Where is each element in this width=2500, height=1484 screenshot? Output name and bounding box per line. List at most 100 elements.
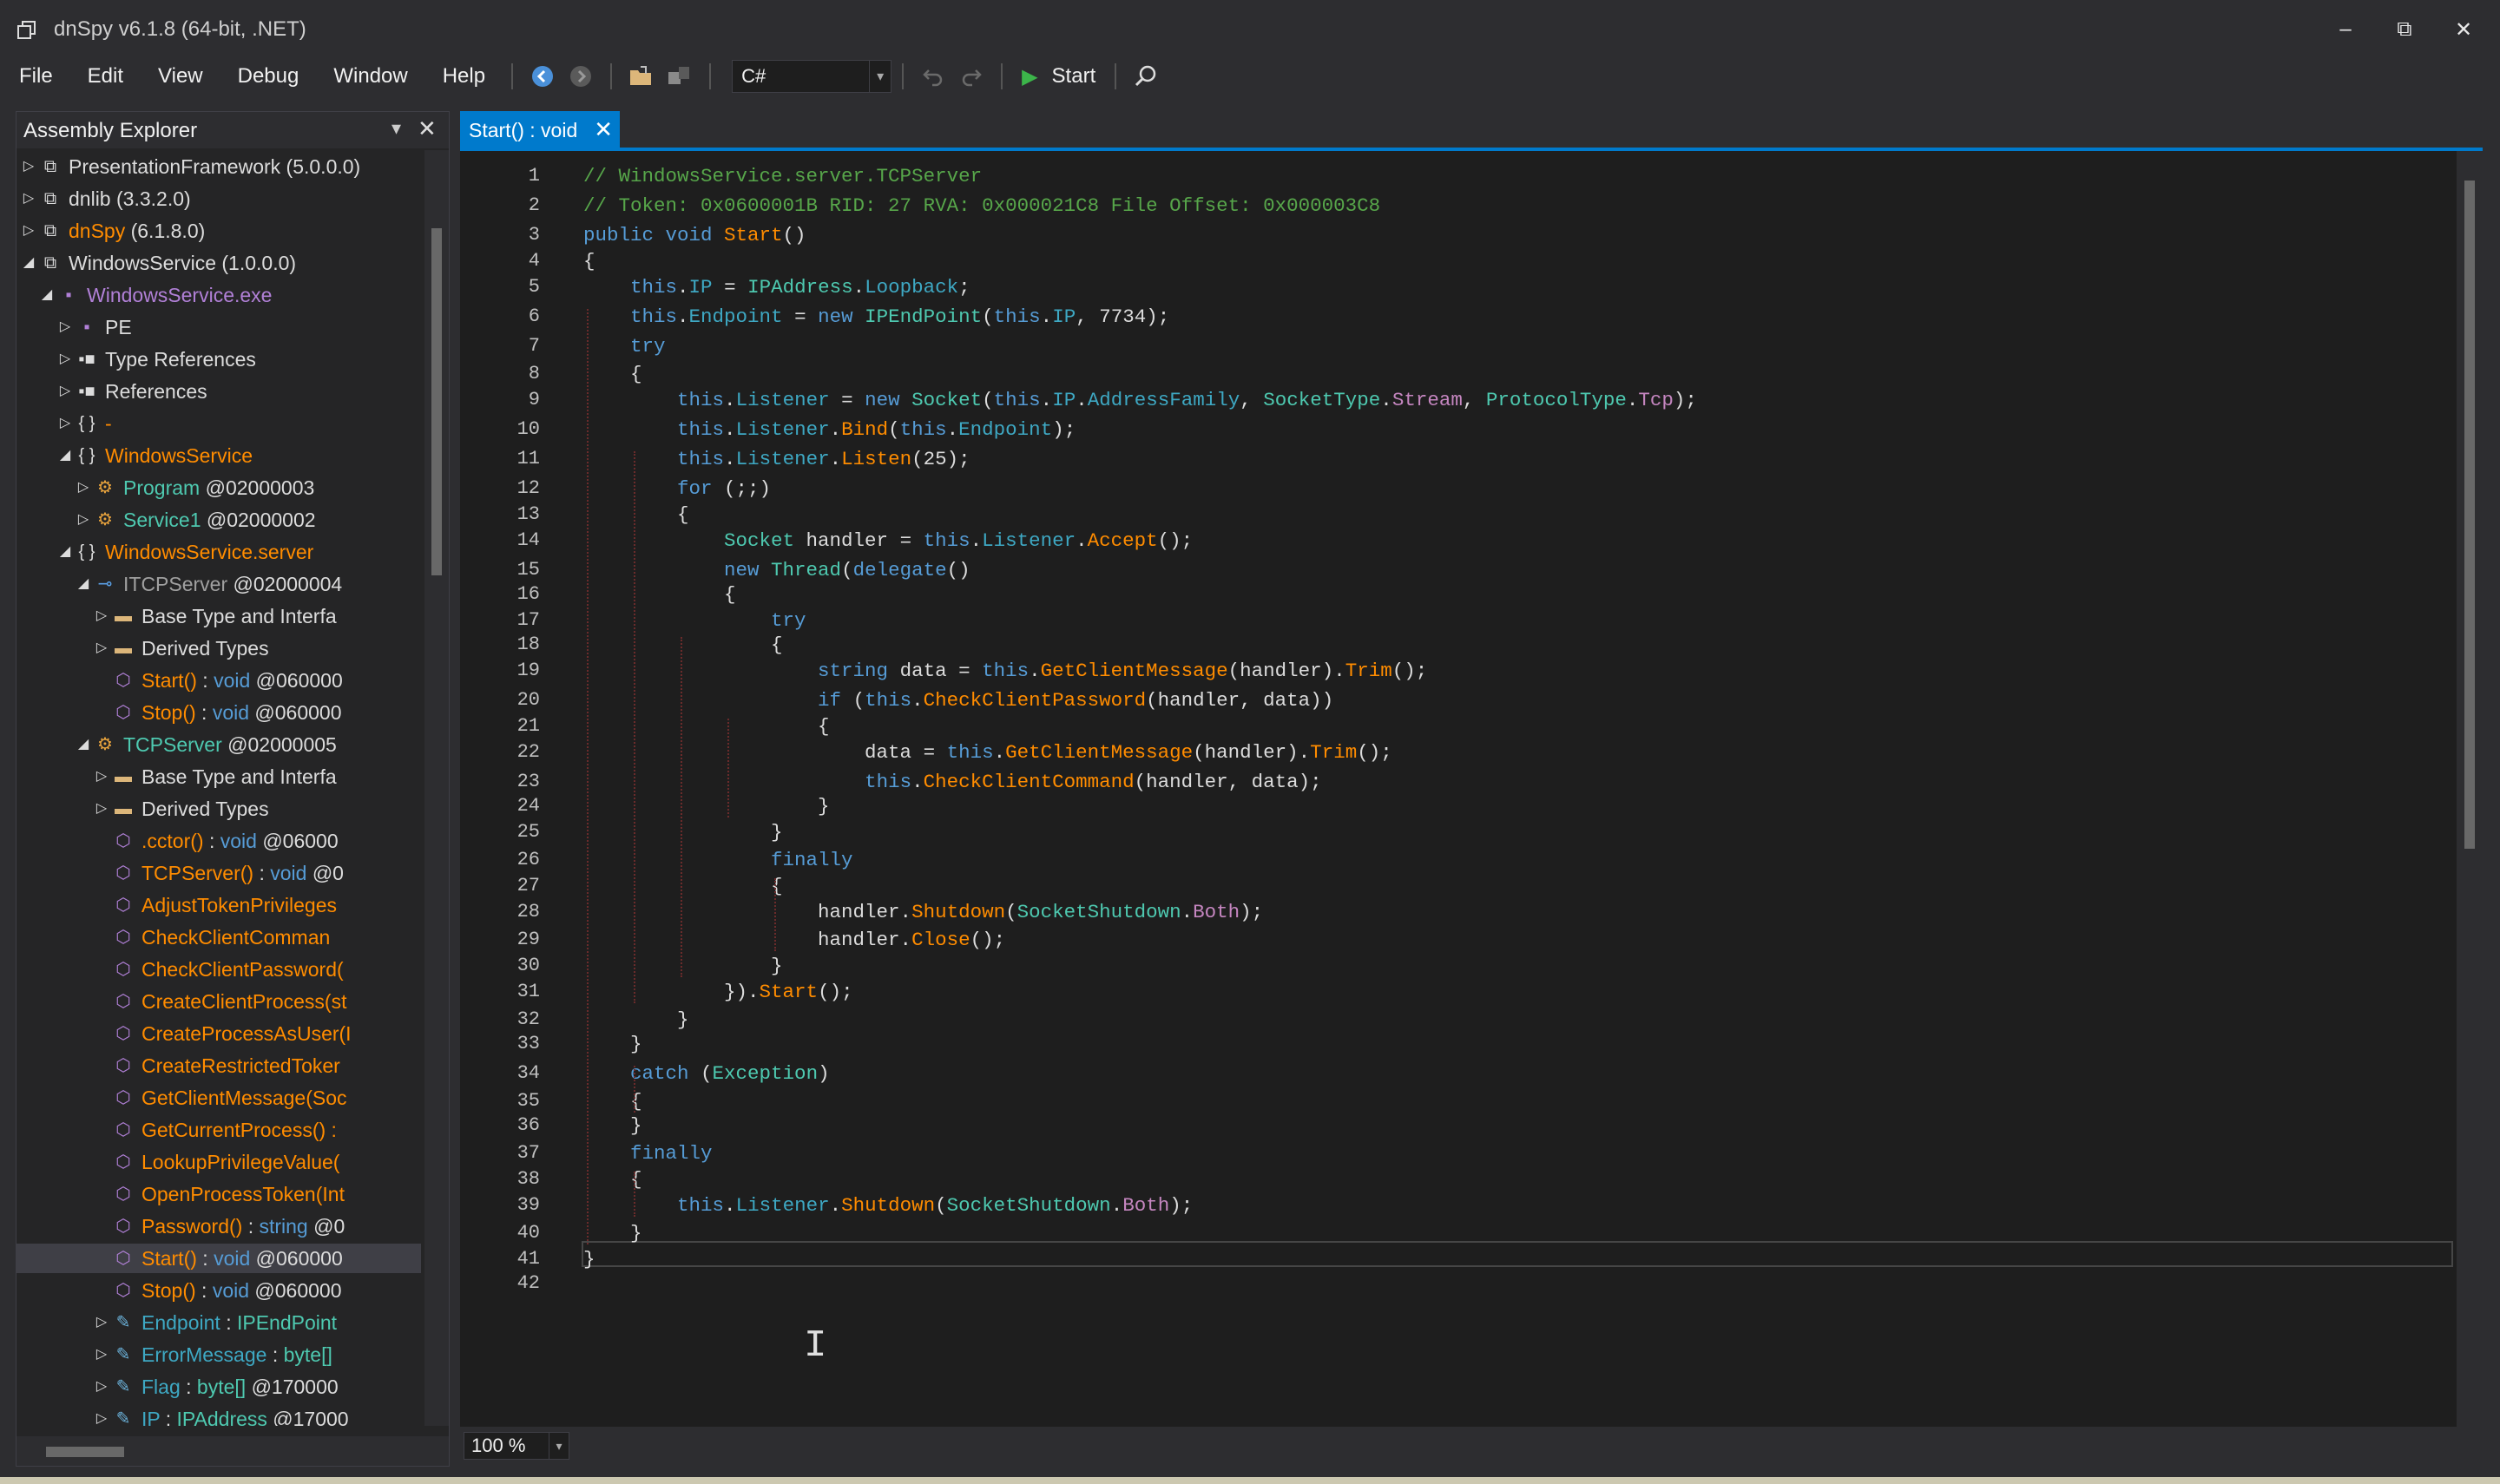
expand-arrow-icon[interactable]: ▷	[93, 1340, 110, 1369]
code-line[interactable]: if (this.CheckClientPassword(handler, da…	[583, 689, 1333, 712]
collapse-arrow-icon[interactable]: ◢	[20, 248, 37, 278]
collapse-arrow-icon[interactable]: ◢	[56, 441, 74, 470]
expand-arrow-icon[interactable]: ▷	[75, 505, 92, 535]
tree-item[interactable]: ⬡ GetCurrentProcess() :	[16, 1115, 421, 1145]
tree-item[interactable]: ◢ ⚙ TCPServer @02000005	[16, 730, 421, 759]
tree-item[interactable]: ⬡ Start() : void @060000	[16, 666, 421, 695]
tree-item[interactable]: ⬡ TCPServer() : void @0	[16, 858, 421, 888]
code-line[interactable]: }	[583, 955, 783, 977]
tree-item[interactable]: ⬡ .cctor() : void @06000	[16, 826, 421, 856]
tree-item[interactable]: ⬡ Start() : void @060000	[16, 1244, 421, 1273]
code-line[interactable]: }	[583, 1008, 689, 1031]
expand-arrow-icon[interactable]: ▷	[20, 184, 37, 213]
tree-item[interactable]: ▷ ⧉ PresentationFramework (5.0.0.0)	[16, 152, 421, 181]
code-line[interactable]: finally	[583, 1142, 713, 1165]
code-line[interactable]: public void Start()	[583, 224, 806, 246]
open-folder-icon[interactable]	[624, 59, 659, 94]
code-line[interactable]: {	[583, 363, 642, 385]
tree-item[interactable]: ▷ ▬ Base Type and Interfa	[16, 762, 421, 791]
back-icon[interactable]	[525, 59, 560, 94]
code-line[interactable]: // WindowsService.server.TCPServer	[583, 165, 982, 187]
tree-item[interactable]: ▷ ▬ Base Type and Interfa	[16, 601, 421, 631]
code-line[interactable]: for (;;)	[583, 477, 771, 500]
collapse-arrow-icon[interactable]: ◢	[56, 537, 74, 567]
code-line[interactable]: try	[583, 609, 806, 632]
tree-item[interactable]: ▷ ▪■ Type References	[16, 345, 421, 374]
tree-item[interactable]: ◢ ⧉ WindowsService (1.0.0.0)	[16, 248, 421, 278]
tree-item[interactable]: ⬡ CreateProcessAsUser(I	[16, 1019, 421, 1048]
tree-item[interactable]: ▷{ } -	[16, 409, 421, 438]
code-editor[interactable]: 1 // WindowsService.server.TCPServer 2 // T…	[460, 151, 2457, 1427]
tree-item[interactable]: ⬡ CheckClientComman	[16, 923, 421, 952]
code-line[interactable]: this.IP = IPAddress.Loopback;	[583, 276, 970, 299]
menu-file[interactable]: File	[0, 64, 69, 89]
tree-item[interactable]: ▷ ⧉ dnSpy (6.1.8.0)	[16, 216, 421, 246]
code-line[interactable]: handler.Close();	[583, 929, 1005, 951]
tree-item[interactable]: ▷ ▪ PE	[16, 312, 421, 342]
code-line[interactable]: this.Listener.Listen(25);	[583, 448, 970, 470]
tree-item[interactable]: ⬡ Password() : string @0	[16, 1211, 421, 1241]
forward-icon[interactable]	[563, 59, 598, 94]
tree-item[interactable]: ⬡ CreateRestrictedToker	[16, 1051, 421, 1080]
chevron-down-icon[interactable]: ▾	[549, 1433, 569, 1459]
editor-vertical-scrollbar[interactable]	[2457, 151, 2483, 1427]
code-line[interactable]: {	[583, 634, 783, 656]
close-tab-icon[interactable]: ✕	[585, 116, 613, 143]
scrollbar-thumb[interactable]	[2464, 181, 2475, 849]
collapse-arrow-icon[interactable]: ◢	[38, 280, 56, 310]
undo-icon[interactable]	[916, 59, 951, 94]
tree-item[interactable]: ⬡ OpenProcessToken(Int	[16, 1179, 421, 1209]
code-line[interactable]: }	[583, 1114, 642, 1137]
scrollbar-thumb[interactable]	[431, 228, 442, 575]
tree-item[interactable]: ◢{ } WindowsService.server	[16, 537, 421, 567]
close-window-button[interactable]: ✕	[2438, 12, 2490, 47]
menu-window[interactable]: Window	[314, 64, 423, 89]
tree-item[interactable]: ▷ ⧉ dnlib (3.3.2.0)	[16, 184, 421, 213]
code-line[interactable]: try	[583, 335, 666, 358]
search-icon[interactable]	[1128, 59, 1163, 94]
tree-item[interactable]: ◢{ } WindowsService	[16, 441, 421, 470]
tree-item[interactable]: ⬡ LookupPrivilegeValue(	[16, 1147, 421, 1177]
collapse-arrow-icon[interactable]: ◢	[75, 730, 92, 759]
code-line[interactable]: }).Start();	[583, 981, 853, 1003]
tree-item[interactable]: ⬡ CheckClientPassword(	[16, 955, 421, 984]
expand-arrow-icon[interactable]: ▷	[20, 152, 37, 181]
tree-item[interactable]: ◢ ▪ WindowsService.exe	[16, 280, 421, 310]
menu-edit[interactable]: Edit	[69, 64, 139, 89]
code-line[interactable]: this.Listener.Bind(this.Endpoint);	[583, 418, 1076, 441]
tree-item[interactable]: ▷ ✎ IP : IPAddress @17000	[16, 1404, 421, 1426]
expand-arrow-icon[interactable]: ▷	[93, 1308, 110, 1337]
tree-item[interactable]: ▷ ▬ Derived Types	[16, 634, 421, 663]
code-line[interactable]: }	[583, 795, 830, 818]
expand-arrow-icon[interactable]: ▷	[93, 601, 110, 631]
code-line[interactable]: string data = this.GetClientMessage(hand…	[583, 660, 1427, 682]
code-line[interactable]: // Token: 0x0600001B RID: 27 RVA: 0x0000…	[583, 194, 1380, 217]
tree-item[interactable]: ⬡ Stop() : void @060000	[16, 698, 421, 727]
start-debugging-button[interactable]: ▶ Start	[1022, 64, 1095, 89]
tree-item[interactable]: ▷ ▬ Derived Types	[16, 794, 421, 824]
collapse-arrow-icon[interactable]: ◢	[75, 569, 92, 599]
language-select[interactable]: C# ▾	[732, 60, 892, 93]
expand-arrow-icon[interactable]: ▷	[93, 634, 110, 663]
open-list-icon[interactable]	[662, 59, 697, 94]
tree-item[interactable]: ⬡ GetClientMessage(Soc	[16, 1083, 421, 1113]
code-line[interactable]: {	[583, 250, 595, 273]
tree-item[interactable]: ▷ ⚙ Service1 @02000002	[16, 505, 421, 535]
tree-item[interactable]: ▷ ✎ ErrorMessage : byte[]	[16, 1340, 421, 1369]
code-line[interactable]: new Thread(delegate()	[583, 559, 970, 581]
maximize-button[interactable]: ⧉	[2378, 12, 2431, 47]
code-line[interactable]: this.CheckClientCommand(handler, data);	[583, 771, 1322, 793]
code-line[interactable]: this.Listener.Shutdown(SocketShutdown.Bo…	[583, 1194, 1193, 1217]
minimize-button[interactable]: –	[2319, 12, 2372, 47]
expand-arrow-icon[interactable]: ▷	[93, 1404, 110, 1426]
tree-item[interactable]: ◢ ⊸ ITCPServer @02000004	[16, 569, 421, 599]
menu-help[interactable]: Help	[424, 64, 501, 89]
expand-arrow-icon[interactable]: ▷	[20, 216, 37, 246]
tree-item[interactable]: ▷ ⚙ Program @02000003	[16, 473, 421, 502]
scrollbar-thumb[interactable]	[46, 1447, 124, 1457]
code-line[interactable]: }	[583, 1222, 642, 1244]
tree-item[interactable]: ⬡ CreateClientProcess(st	[16, 987, 421, 1016]
code-line[interactable]: Socket handler = this.Listener.Accept();	[583, 529, 1193, 552]
close-panel-icon[interactable]: ✕	[418, 115, 437, 142]
code-line[interactable]: this.Endpoint = new IPEndPoint(this.IP, …	[583, 305, 1169, 328]
